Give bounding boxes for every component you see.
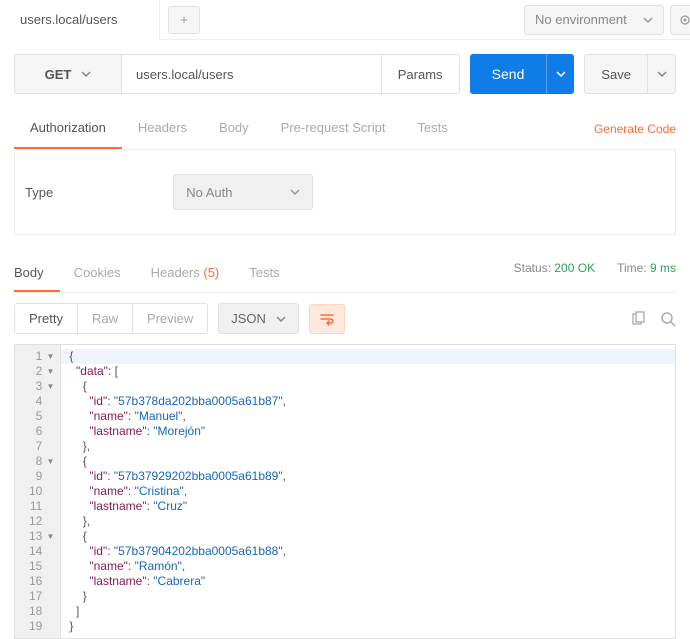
save-button[interactable]: Save <box>584 54 648 94</box>
status-block: Status: 200 OK Time: 9 ms <box>514 261 676 285</box>
search-button[interactable] <box>660 311 676 327</box>
method-select[interactable]: GET <box>14 54 122 94</box>
auth-type-select[interactable]: No Auth <box>173 174 313 210</box>
search-icon <box>660 311 676 327</box>
tab-authorization[interactable]: Authorization <box>14 108 122 149</box>
time-value: 9 ms <box>650 261 676 275</box>
request-section: GET Params Send Save Authorization Heade… <box>0 40 690 235</box>
copy-icon <box>630 311 646 327</box>
chevron-down-icon <box>81 71 91 77</box>
request-row: GET Params Send Save <box>14 54 676 94</box>
auth-type-label: Type <box>25 185 53 200</box>
tab-headers[interactable]: Headers <box>122 108 203 149</box>
tab-body[interactable]: Body <box>203 108 265 149</box>
status-label: Status: <box>514 261 551 275</box>
view-mode-segment: Pretty Raw Preview <box>14 303 208 334</box>
tab-response-body[interactable]: Body <box>14 253 60 292</box>
format-label: JSON <box>231 311 266 326</box>
environment-settings-button[interactable] <box>670 5 690 35</box>
tab-response-headers-label: Headers <box>151 265 200 280</box>
chevron-down-icon <box>556 71 566 77</box>
save-dropdown[interactable] <box>648 54 676 94</box>
request-tabs: Authorization Headers Body Pre-request S… <box>14 108 676 150</box>
tab-response-headers[interactable]: Headers (5) <box>151 253 236 292</box>
chevron-down-icon <box>657 71 667 77</box>
params-button[interactable]: Params <box>382 54 460 94</box>
chevron-down-icon <box>290 189 300 195</box>
response-tools <box>630 311 676 327</box>
wrap-lines-button[interactable] <box>309 304 345 334</box>
chevron-down-icon <box>643 17 653 23</box>
tab-response-tests[interactable]: Tests <box>249 253 295 292</box>
response-tabs: Body Cookies Headers (5) Tests Status: 2… <box>14 253 676 293</box>
send-dropdown[interactable] <box>546 54 574 94</box>
method-label: GET <box>45 67 72 82</box>
view-pretty[interactable]: Pretty <box>15 304 77 333</box>
view-preview[interactable]: Preview <box>132 304 207 333</box>
wrap-icon <box>319 312 335 326</box>
headers-count: (5) <box>203 265 219 280</box>
generate-code-link[interactable]: Generate Code <box>594 110 676 148</box>
top-bar: users.local/users + No environment <box>0 0 690 40</box>
code-gutter: 1▼2▼3▼45678▼910111213▼141516171819 <box>15 345 61 638</box>
time-label: Time: <box>617 261 647 275</box>
auth-panel: Type No Auth <box>14 150 676 235</box>
status-value: 200 OK <box>554 261 595 275</box>
view-row: Pretty Raw Preview JSON <box>14 293 676 344</box>
send-button[interactable]: Send <box>470 54 547 94</box>
url-input[interactable] <box>122 54 382 94</box>
tab-prerequest[interactable]: Pre-request Script <box>265 108 402 149</box>
response-section: Body Cookies Headers (5) Tests Status: 2… <box>0 239 690 639</box>
eye-icon <box>678 13 690 27</box>
code-content: { "data": [ { "id": "57b378da202bba0005a… <box>61 345 675 638</box>
copy-button[interactable] <box>630 311 646 327</box>
auth-type-value: No Auth <box>186 185 232 200</box>
format-select[interactable]: JSON <box>218 303 299 334</box>
tab-response-cookies[interactable]: Cookies <box>74 253 137 292</box>
chevron-down-icon <box>276 316 286 322</box>
environment-select[interactable]: No environment <box>524 5 664 35</box>
tab-tests[interactable]: Tests <box>401 108 463 149</box>
add-tab-button[interactable]: + <box>168 6 200 34</box>
environment-label: No environment <box>535 12 627 27</box>
view-raw[interactable]: Raw <box>77 304 132 333</box>
request-tab[interactable]: users.local/users <box>0 0 160 40</box>
response-body-code[interactable]: 1▼2▼3▼45678▼910111213▼141516171819 { "da… <box>14 344 676 639</box>
